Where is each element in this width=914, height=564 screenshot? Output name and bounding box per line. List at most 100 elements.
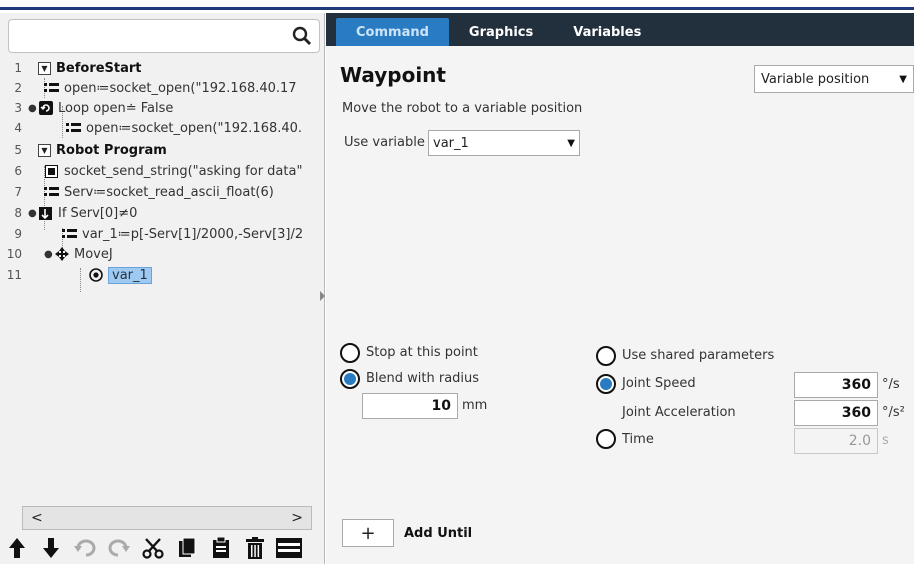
line-number: 5 xyxy=(14,143,22,157)
program-tree: 1 ▼ BeforeStart 2 open≔socket_open("192.… xyxy=(0,58,322,468)
tree-label: If Serv[0]≠0 xyxy=(58,205,138,221)
copy-button[interactable] xyxy=(174,535,200,561)
line-number: 7 xyxy=(14,185,22,199)
tree-row-robot-program[interactable]: 5 ▼ Robot Program xyxy=(0,140,322,160)
move-down-button[interactable] xyxy=(38,535,64,561)
blend-with-radius-label: Blend with radius xyxy=(366,371,480,386)
tree-label: MoveJ xyxy=(74,246,113,262)
suppress-icon xyxy=(276,537,302,558)
joint-acceleration-label: Joint Acceleration xyxy=(622,405,736,420)
tree-label: Robot Program xyxy=(56,142,167,158)
tree-row-assignment[interactable]: 9 var_1≔p[-Serv[1]/2000,-Serv[3]/2 xyxy=(0,224,322,244)
time-label: Time xyxy=(622,432,654,447)
joint-speed-unit: °/s xyxy=(882,377,900,392)
joint-acceleration-unit: °/s² xyxy=(882,405,905,420)
add-until-label: Add Until xyxy=(404,525,473,541)
tree-row-movej[interactable]: 10 ● MoveJ xyxy=(0,244,322,264)
scroll-right-icon[interactable]: > xyxy=(291,510,303,526)
expander-icon[interactable]: ● xyxy=(28,103,38,114)
time-input[interactable]: 2.0 xyxy=(794,428,878,454)
description-text: Move the robot to a variable position xyxy=(342,101,583,116)
suppress-button[interactable] xyxy=(276,535,302,561)
line-number: 11 xyxy=(6,268,22,282)
tree-row-waypoint[interactable]: 11 var_1 xyxy=(0,265,322,285)
add-until-button[interactable]: + Add Until xyxy=(342,519,472,547)
search-button[interactable] xyxy=(289,23,315,49)
line-number: 9 xyxy=(14,227,22,241)
tree-row-assignment[interactable]: 4 open≔socket_open("192.168.40. xyxy=(0,118,322,138)
trash-icon xyxy=(246,536,264,559)
collapse-toggle-icon[interactable]: ▼ xyxy=(38,143,51,157)
stop-at-point-radio[interactable] xyxy=(340,343,360,363)
program-tree-panel: 1 ▼ BeforeStart 2 open≔socket_open("192.… xyxy=(0,13,325,564)
top-border xyxy=(0,0,914,10)
line-number: 10 xyxy=(6,247,22,261)
chevron-down-icon: ▼ xyxy=(567,137,575,149)
redo-button[interactable] xyxy=(106,535,132,561)
joint-speed-radio[interactable] xyxy=(596,374,616,394)
tree-row-if[interactable]: 8 ● If Serv[0]≠0 xyxy=(0,203,322,223)
tree-row-loop[interactable]: 3 ● Loop open≐ False xyxy=(0,98,322,118)
line-number: 4 xyxy=(14,121,22,135)
redo-icon xyxy=(108,539,130,556)
move-up-button[interactable] xyxy=(4,535,30,561)
scroll-left-icon[interactable]: < xyxy=(31,510,43,526)
position-mode-dropdown[interactable]: Variable position ▼ xyxy=(754,65,914,93)
page-title: Waypoint xyxy=(340,63,446,87)
tab-command[interactable]: Command xyxy=(336,18,449,46)
plus-icon: + xyxy=(342,519,394,547)
tree-toolbar xyxy=(0,531,322,564)
waypoint-icon xyxy=(88,268,103,282)
assignment-icon xyxy=(62,227,77,241)
tree-label: socket_send_string("asking for data" xyxy=(64,163,303,179)
tree-row-assignment[interactable]: 2 open≔socket_open("192.168.40.17 xyxy=(0,78,322,98)
expander-icon[interactable]: ● xyxy=(28,208,38,219)
delete-button[interactable] xyxy=(242,535,268,561)
assignment-icon xyxy=(44,81,59,95)
line-number: 1 xyxy=(14,61,22,75)
use-variable-dropdown[interactable]: var_1 ▼ xyxy=(428,130,580,156)
tree-row-script[interactable]: 6 socket_send_string("asking for data" xyxy=(0,161,322,181)
collapse-toggle-icon[interactable]: ▼ xyxy=(38,61,51,75)
scissors-icon xyxy=(142,537,164,559)
joint-speed-label: Joint Speed xyxy=(622,376,696,391)
tree-label: BeforeStart xyxy=(56,60,142,76)
time-radio[interactable] xyxy=(596,429,616,449)
blend-radius-input[interactable]: 10 xyxy=(362,393,458,419)
paste-button[interactable] xyxy=(208,535,234,561)
tab-variables[interactable]: Variables xyxy=(553,18,661,46)
undo-icon xyxy=(74,539,96,556)
tree-row-assignment[interactable]: 7 Serv≔socket_read_ascii_float(6) xyxy=(0,182,322,202)
joint-speed-input[interactable]: 360 xyxy=(794,372,878,398)
tree-label: Loop open≐ False xyxy=(58,100,174,116)
position-mode-value: Variable position xyxy=(761,71,870,87)
chevron-down-icon: ▼ xyxy=(899,73,907,85)
script-icon xyxy=(44,164,59,178)
arrow-up-icon xyxy=(9,537,25,558)
arrow-down-icon xyxy=(43,537,59,558)
undo-button[interactable] xyxy=(72,535,98,561)
assignment-icon xyxy=(66,121,81,135)
use-shared-parameters-label: Use shared parameters xyxy=(622,348,775,363)
clipboard-icon xyxy=(213,536,229,558)
line-number: 8 xyxy=(14,206,22,220)
panel-divider-grip[interactable] xyxy=(320,286,325,301)
search-bar[interactable] xyxy=(8,19,320,53)
joint-acceleration-input[interactable]: 360 xyxy=(794,400,878,426)
cut-button[interactable] xyxy=(140,535,166,561)
tree-label: var_1≔p[-Serv[1]/2000,-Serv[3]/2 xyxy=(82,226,304,242)
if-icon xyxy=(38,206,53,220)
tree-row-beforestart[interactable]: 1 ▼ BeforeStart xyxy=(0,58,322,78)
blend-with-radius-radio[interactable] xyxy=(340,369,360,389)
tree-label: open≔socket_open("192.168.40. xyxy=(86,120,303,136)
blend-radius-unit: mm xyxy=(462,398,488,413)
horizontal-scrollbar[interactable]: < > xyxy=(22,506,312,530)
line-number: 6 xyxy=(14,164,22,178)
expander-icon[interactable]: ● xyxy=(44,249,54,260)
tab-graphics[interactable]: Graphics xyxy=(449,18,553,46)
tree-label: Serv≔socket_read_ascii_float(6) xyxy=(64,184,274,200)
use-variable-label: Use variable xyxy=(344,135,425,150)
line-number: 3 xyxy=(14,101,22,115)
use-shared-parameters-radio[interactable] xyxy=(596,346,616,366)
assignment-icon xyxy=(44,185,59,199)
